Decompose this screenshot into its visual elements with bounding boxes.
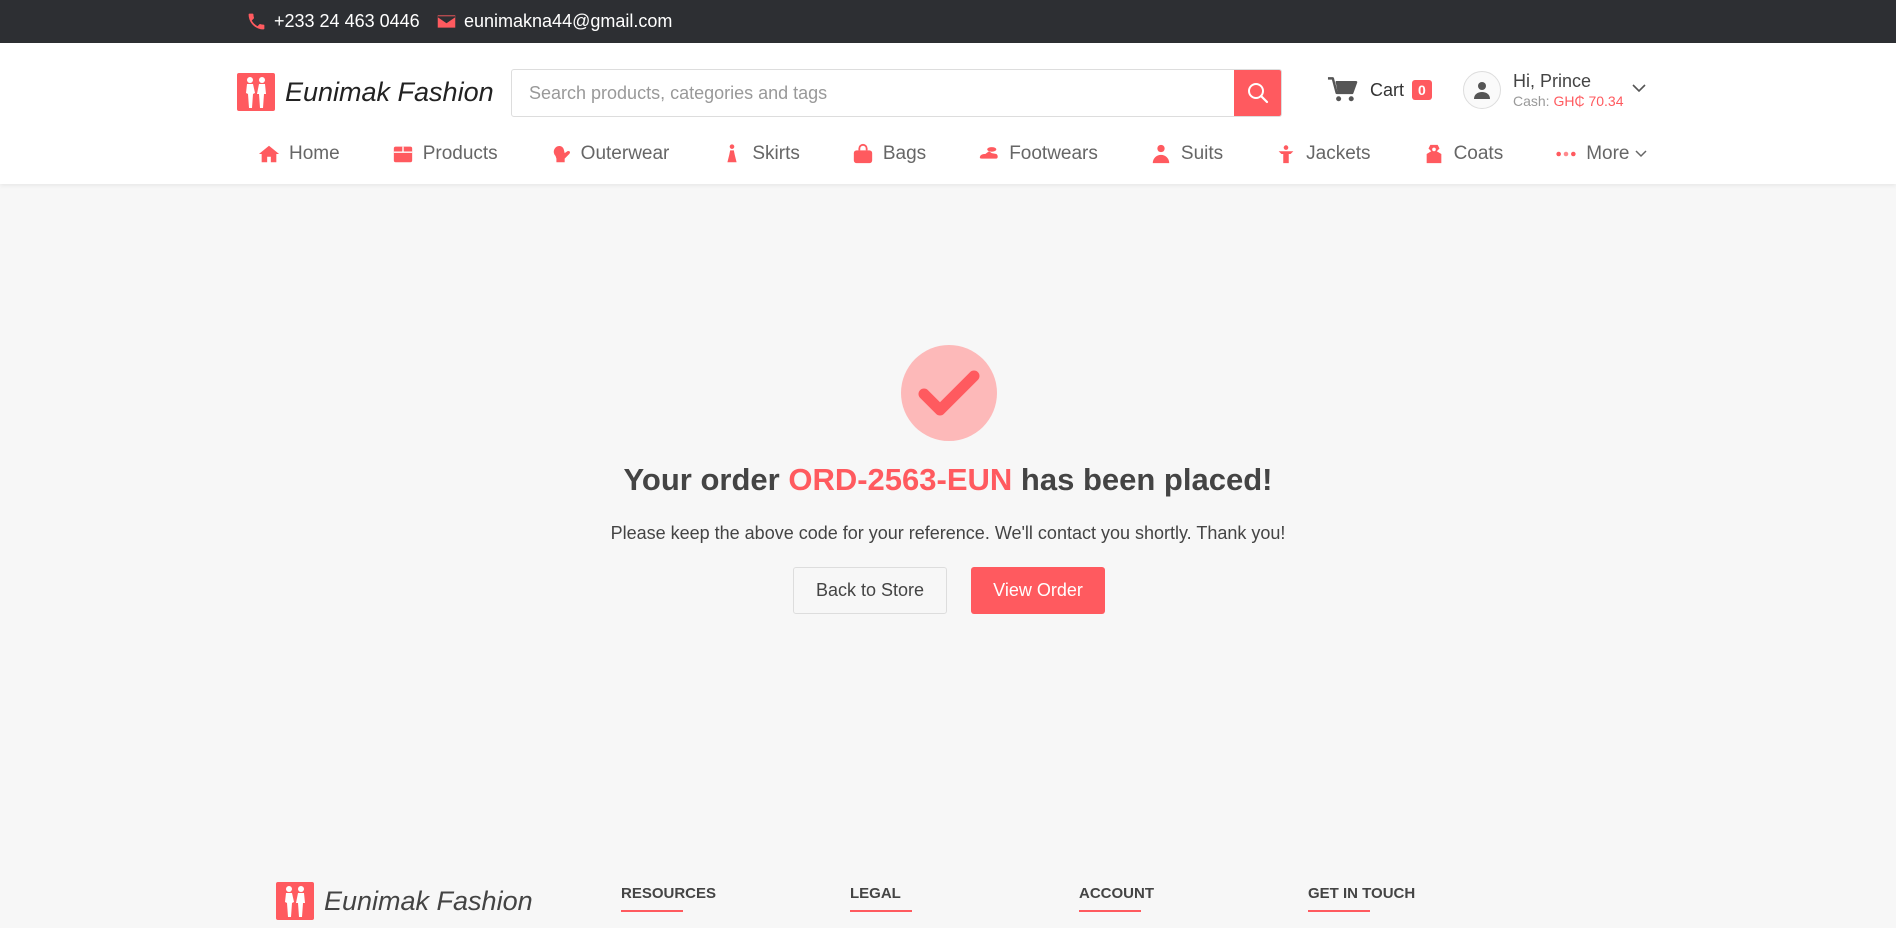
user-info: Hi, Prince Cash: GH₵ 70.34	[1513, 70, 1624, 110]
box-icon	[393, 146, 412, 163]
footer-heading-account: ACCOUNT	[1079, 885, 1154, 912]
footer-heading-label: ACCOUNT	[1079, 885, 1154, 902]
nav-item-bags[interactable]: Bags	[852, 143, 926, 165]
search-icon	[1247, 83, 1268, 104]
user-menu[interactable]: Hi, Prince Cash: GH₵ 70.34	[1463, 70, 1646, 110]
nav-item-label: Bags	[882, 143, 927, 164]
footer-heading-legal: LEGAL	[850, 885, 912, 912]
heading-suffix: has been placed!	[1020, 462, 1273, 497]
bag-icon	[853, 143, 873, 164]
nav-item-footwears[interactable]: Footwears	[978, 143, 1098, 165]
jacket-icon	[1278, 145, 1294, 164]
chevron-down-icon	[1631, 83, 1646, 92]
user-icon	[1474, 82, 1490, 99]
suit-icon	[1152, 144, 1170, 164]
cart-label: Cart	[1370, 79, 1405, 100]
search-button[interactable]	[1234, 70, 1281, 116]
envelope-icon	[437, 15, 456, 28]
top-contact-bar: +233 24 463 0446 eunimakna44@gmail.com	[0, 0, 1896, 43]
phone-number: +233 24 463 0446	[274, 11, 420, 31]
cart-icon	[1327, 77, 1358, 102]
nav-item-label: Skirts	[752, 143, 800, 164]
heading-prefix: Your order	[623, 462, 780, 497]
confirmation-message: Please keep the above code for your refe…	[610, 523, 1286, 543]
checkmark-icon	[918, 370, 980, 416]
email-contact[interactable]: eunimakna44@gmail.com	[436, 0, 672, 43]
nav-item-label: Products	[422, 143, 498, 164]
success-checkmark	[901, 345, 997, 441]
chevron-down-icon	[1634, 150, 1647, 158]
nav-item-label: Jackets	[1306, 143, 1371, 164]
heading-underline	[1079, 910, 1141, 912]
email-address: eunimakna44@gmail.com	[464, 11, 673, 31]
footer-brand-name: Eunimak Fashion	[324, 885, 533, 916]
site-header: Eunimak Fashion Cart 0 Hi, Prince Cash: …	[0, 43, 1896, 184]
nav-item-home[interactable]: Home	[258, 143, 340, 165]
category-nav: Home Products Outerwear Skirts Bags Foot…	[258, 136, 1699, 172]
nav-item-outerwear[interactable]: Outerwear	[550, 143, 670, 165]
cart-count-badge: 0	[1412, 80, 1432, 100]
cash-label: Cash:	[1513, 93, 1550, 109]
nav-item-more[interactable]: More	[1555, 143, 1647, 165]
search-input[interactable]	[512, 70, 1234, 116]
nav-item-label: Outerwear	[580, 143, 670, 164]
brand-name: Eunimak Fashion	[285, 76, 494, 107]
nav-item-coats[interactable]: Coats	[1423, 143, 1504, 165]
dress-icon	[727, 144, 737, 163]
avatar	[1463, 71, 1501, 109]
user-greeting: Hi, Prince	[1513, 71, 1592, 91]
mitten-icon	[553, 145, 570, 163]
nav-item-label: Coats	[1453, 143, 1504, 164]
shoe-icon	[980, 147, 998, 159]
logo-mark-icon	[237, 73, 275, 111]
brand-logo[interactable]: Eunimak Fashion	[237, 73, 494, 111]
footer-heading-label: LEGAL	[850, 885, 901, 902]
heading-underline	[850, 910, 912, 912]
order-confirmation-heading: Your order ORD-2563-EUN has been placed!	[0, 462, 1896, 498]
nav-item-products[interactable]: Products	[392, 143, 498, 165]
cart-button[interactable]: Cart 0	[1327, 76, 1432, 104]
footer-heading-resources: RESOURCES	[621, 885, 716, 912]
cash-amount: GH₵ 70.34	[1553, 93, 1624, 109]
order-code: ORD-2563-EUN	[788, 462, 1013, 497]
phone-contact[interactable]: +233 24 463 0446	[246, 0, 420, 43]
heading-underline	[621, 910, 683, 912]
heading-underline	[1308, 910, 1370, 912]
user-cash: Cash: GH₵ 70.34	[1513, 92, 1624, 110]
dots-icon	[1556, 151, 1576, 157]
footer-heading-label: GET IN TOUCH	[1308, 885, 1416, 902]
coat-icon	[1426, 144, 1441, 164]
footer-heading-label: RESOURCES	[621, 885, 717, 902]
nav-item-suits[interactable]: Suits	[1150, 143, 1223, 165]
back-to-store-button[interactable]: Back to Store	[793, 567, 947, 614]
nav-item-jackets[interactable]: Jackets	[1275, 143, 1371, 165]
search-bar	[511, 69, 1282, 117]
nav-item-label: Footwears	[1009, 143, 1098, 164]
footer-brand-logo[interactable]: Eunimak Fashion	[276, 882, 533, 920]
logo-mark-icon	[276, 882, 314, 920]
nav-item-label: Suits	[1180, 143, 1224, 164]
view-order-button[interactable]: View Order	[971, 567, 1105, 614]
phone-icon	[248, 13, 265, 30]
nav-item-skirts[interactable]: Skirts	[721, 143, 800, 165]
nav-item-label: Home	[289, 143, 340, 164]
footer-heading-get-in-touch: GET IN TOUCH	[1308, 885, 1415, 912]
home-icon	[258, 145, 280, 163]
nav-item-label: More	[1586, 143, 1630, 164]
